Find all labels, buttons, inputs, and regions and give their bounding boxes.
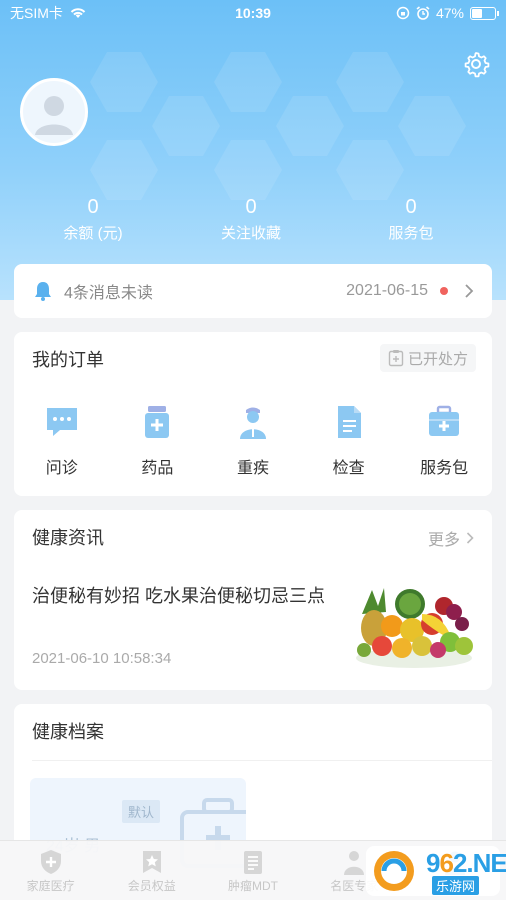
watermark-digit: 6 [439, 848, 454, 878]
decor-hex [214, 52, 282, 112]
divider [32, 760, 492, 761]
stat-favorites[interactable]: 0 关注收藏 [186, 194, 316, 243]
medical-kit-icon [429, 405, 460, 436]
watermark-logo-icon [374, 851, 414, 891]
site-watermark: 962.NET 乐游网 [366, 846, 506, 896]
decor-hex [214, 140, 282, 200]
order-item-service-package[interactable]: 服务包 [396, 404, 492, 478]
stat-label: 服务包 [388, 225, 434, 242]
decor-hex [276, 96, 344, 156]
member-star-icon [142, 851, 161, 873]
bell-icon [35, 282, 51, 301]
records-section-title: 健康档案 [32, 722, 104, 742]
more-label: 更多 [427, 532, 460, 549]
order-item-label: 检查 [332, 460, 365, 477]
avatar[interactable] [20, 78, 88, 146]
clock-time: 10:39 [235, 5, 271, 21]
stat-value: 0 [245, 196, 257, 218]
watermark-text: 962.NET [426, 848, 506, 879]
stat-label: 余额 (元) [63, 225, 123, 242]
order-item-critical-illness[interactable]: 重疾 [205, 404, 301, 478]
chevron-right-icon [465, 284, 474, 298]
doctor-icon [239, 407, 266, 439]
status-bar: 无SIM卡 10:39 47% [0, 0, 506, 26]
order-item-label: 服务包 [420, 460, 469, 477]
shield-plus-icon [40, 850, 61, 874]
news-article-title[interactable]: 治便秘有妙招 吃水果治便秘切忌三点 [32, 582, 332, 610]
order-item-label: 问诊 [45, 460, 78, 477]
chevron-right-icon [466, 532, 474, 544]
news-article-date: 2021-06-10 10:58:34 [32, 650, 172, 667]
prescription-icon [388, 350, 404, 367]
stat-label: 关注收藏 [220, 225, 281, 242]
watermark-domain: 2.NET [452, 848, 506, 878]
news-section-title: 健康资讯 [32, 528, 104, 548]
default-badge: 默认 [122, 800, 161, 823]
prescriptions-button[interactable]: 已开处方 [379, 344, 476, 372]
tab-tumor-mdt[interactable]: 肿瘤MDT [202, 841, 303, 900]
stat-balance[interactable]: 0 余额 (元) [0, 194, 186, 243]
order-item-label: 重疾 [236, 460, 269, 477]
order-item-medicine[interactable]: 药品 [110, 404, 206, 478]
stat-value: 0 [87, 196, 99, 218]
document-icon [337, 406, 361, 438]
health-news-card: 健康资讯 更多 治便秘有妙招 吃水果治便秘切忌三点 2021-06-10 10:… [14, 510, 492, 690]
notice-date: 2021-06-15 [346, 282, 428, 299]
decor-hex [398, 96, 466, 156]
decor-hex [336, 140, 404, 200]
my-orders-card: 我的订单 已开处方 问诊 药品 重疾 检查 服务包 [14, 332, 492, 496]
watermark-subtitle: 乐游网 [432, 876, 480, 895]
order-categories: 问诊 药品 重疾 检查 服务包 [14, 404, 492, 478]
prescriptions-label: 已开处方 [407, 350, 468, 368]
order-item-label: 药品 [141, 460, 174, 477]
orders-title: 我的订单 [32, 350, 104, 370]
decor-hex [90, 140, 158, 200]
watermark-digit: 9 [426, 848, 441, 878]
account-stats: 0 余额 (元) 0 关注收藏 0 服务包 [0, 194, 506, 243]
medicine-bottle-icon [145, 406, 170, 438]
order-item-consultation[interactable]: 问诊 [14, 404, 110, 478]
battery-icon [470, 6, 499, 20]
decor-hex [336, 52, 404, 112]
decor-hex [90, 52, 158, 112]
tab-member-benefits[interactable]: 会员权益 [101, 841, 202, 900]
tab-label: 家庭医疗 [26, 879, 75, 893]
user-avatar-icon [35, 96, 73, 135]
tab-family-medical[interactable]: 家庭医疗 [0, 841, 101, 900]
doctor-icon [344, 851, 365, 875]
unread-messages-bar[interactable]: 4条消息未读 2021-06-15 [14, 264, 492, 318]
profile-header [0, 0, 506, 300]
decor-hex [152, 96, 220, 156]
stat-value: 0 [405, 196, 417, 218]
tab-label: 肿瘤MDT [228, 879, 278, 893]
stat-service-packages[interactable]: 0 服务包 [316, 194, 506, 243]
clipboard-icon [244, 851, 262, 874]
more-news-link[interactable]: 更多 [428, 526, 474, 550]
unread-dot [440, 287, 448, 295]
chat-icon [46, 408, 77, 436]
gear-icon[interactable] [462, 50, 490, 78]
fruit-image[interactable] [352, 584, 476, 670]
order-item-examination[interactable]: 检查 [301, 404, 397, 478]
tab-label: 会员权益 [127, 879, 176, 893]
unread-count-text: 4条消息未读 [64, 285, 153, 302]
